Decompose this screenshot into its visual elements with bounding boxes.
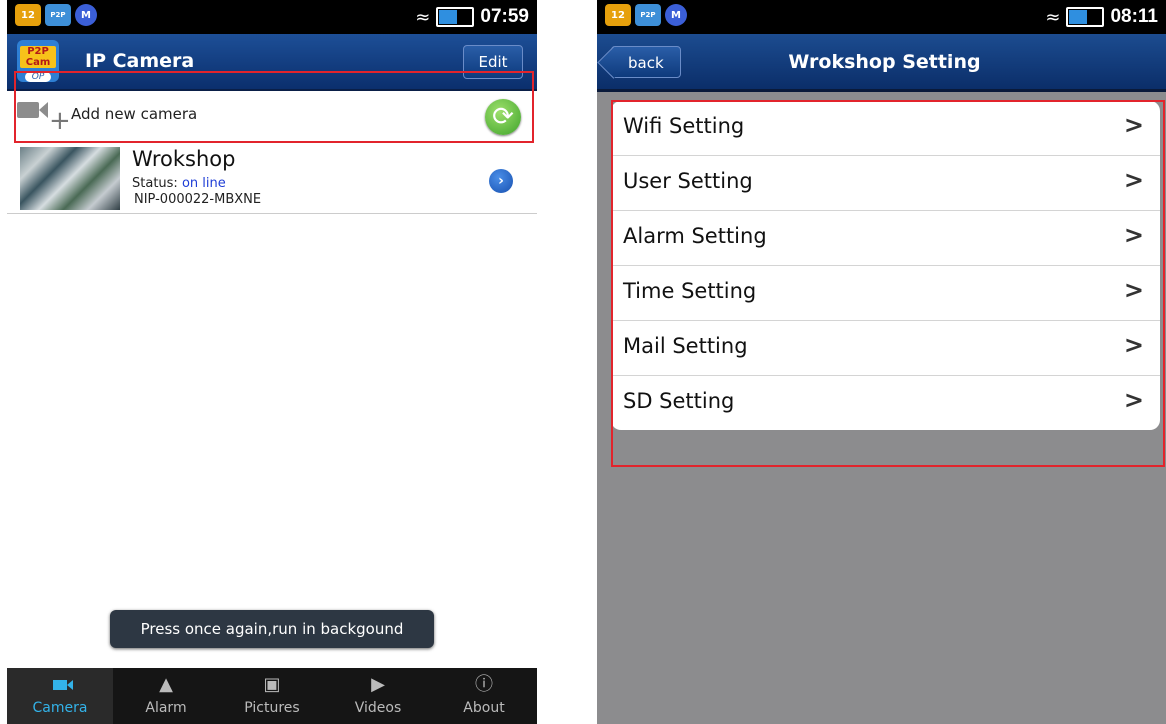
p2pcam-app-icon: P2P xyxy=(635,4,661,26)
toast-message: Press once again,run in backgound xyxy=(110,610,434,648)
camera-thumbnail xyxy=(20,147,120,210)
battery-icon xyxy=(436,7,475,27)
camera-list-screen: 12 P2P M ≈ 07:59 P2P Cam OP IP Camera Ed… xyxy=(7,0,537,724)
camera-status: Status: on line xyxy=(132,176,226,191)
tab-camera[interactable]: Camera xyxy=(7,668,113,724)
status-bar: 12 P2P M ≈ 08:11 xyxy=(597,0,1166,34)
page-title: Wrokshop Setting xyxy=(788,51,981,73)
logo-text: P2P Cam xyxy=(20,46,56,68)
clock: 08:11 xyxy=(1110,6,1158,27)
camera-list-item[interactable]: Wrokshop Status: on line NIP-000022-MBXN… xyxy=(7,143,537,214)
camera-id: NIP-000022-MBXNE xyxy=(134,192,262,207)
page-title: IP Camera xyxy=(85,50,195,72)
info-icon: ⓘ xyxy=(475,674,493,695)
notification-badge-icon: 12 xyxy=(605,4,631,26)
notification-badge-icon: 12 xyxy=(15,4,41,26)
settings-screen: 12 P2P M ≈ 08:11 back Wrokshop Setting W… xyxy=(597,0,1166,724)
camera-name: Wrokshop xyxy=(132,147,236,171)
tab-label: Camera xyxy=(32,700,88,716)
tab-label: About xyxy=(463,700,505,716)
tab-label: Pictures xyxy=(244,700,300,716)
settings-header: back Wrokshop Setting xyxy=(597,34,1166,92)
bottom-tab-bar: Camera ▲ Alarm ▣ Pictures ▶ Videos ⓘ Abo… xyxy=(7,668,537,724)
tab-label: Videos xyxy=(354,700,402,716)
status-value: on line xyxy=(181,176,226,191)
wifi-icon: ≈ xyxy=(415,6,431,28)
battery-icon xyxy=(1066,7,1105,27)
tab-pictures[interactable]: ▣ Pictures xyxy=(219,668,325,724)
chevron-right-icon[interactable]: › xyxy=(489,169,513,193)
p2pcam-app-icon: P2P xyxy=(45,4,71,26)
status-bar: 12 P2P M ≈ 07:59 xyxy=(7,0,537,34)
clock: 07:59 xyxy=(480,6,529,27)
bell-icon: ▲ xyxy=(159,674,173,695)
m-app-icon: M xyxy=(665,4,687,26)
tab-about[interactable]: ⓘ About xyxy=(431,668,537,724)
tab-label: Alarm xyxy=(145,700,187,716)
picture-icon: ▣ xyxy=(263,674,281,695)
tab-videos[interactable]: ▶ Videos xyxy=(325,668,431,724)
video-camera-icon xyxy=(7,672,113,698)
highlight-box xyxy=(611,100,1165,467)
highlight-box xyxy=(14,71,534,143)
wifi-icon: ≈ xyxy=(1045,6,1061,28)
status-label: Status: xyxy=(132,176,178,191)
m-app-icon: M xyxy=(75,4,97,26)
tab-alarm[interactable]: ▲ Alarm xyxy=(113,668,219,724)
video-play-icon: ▶ xyxy=(371,674,385,695)
